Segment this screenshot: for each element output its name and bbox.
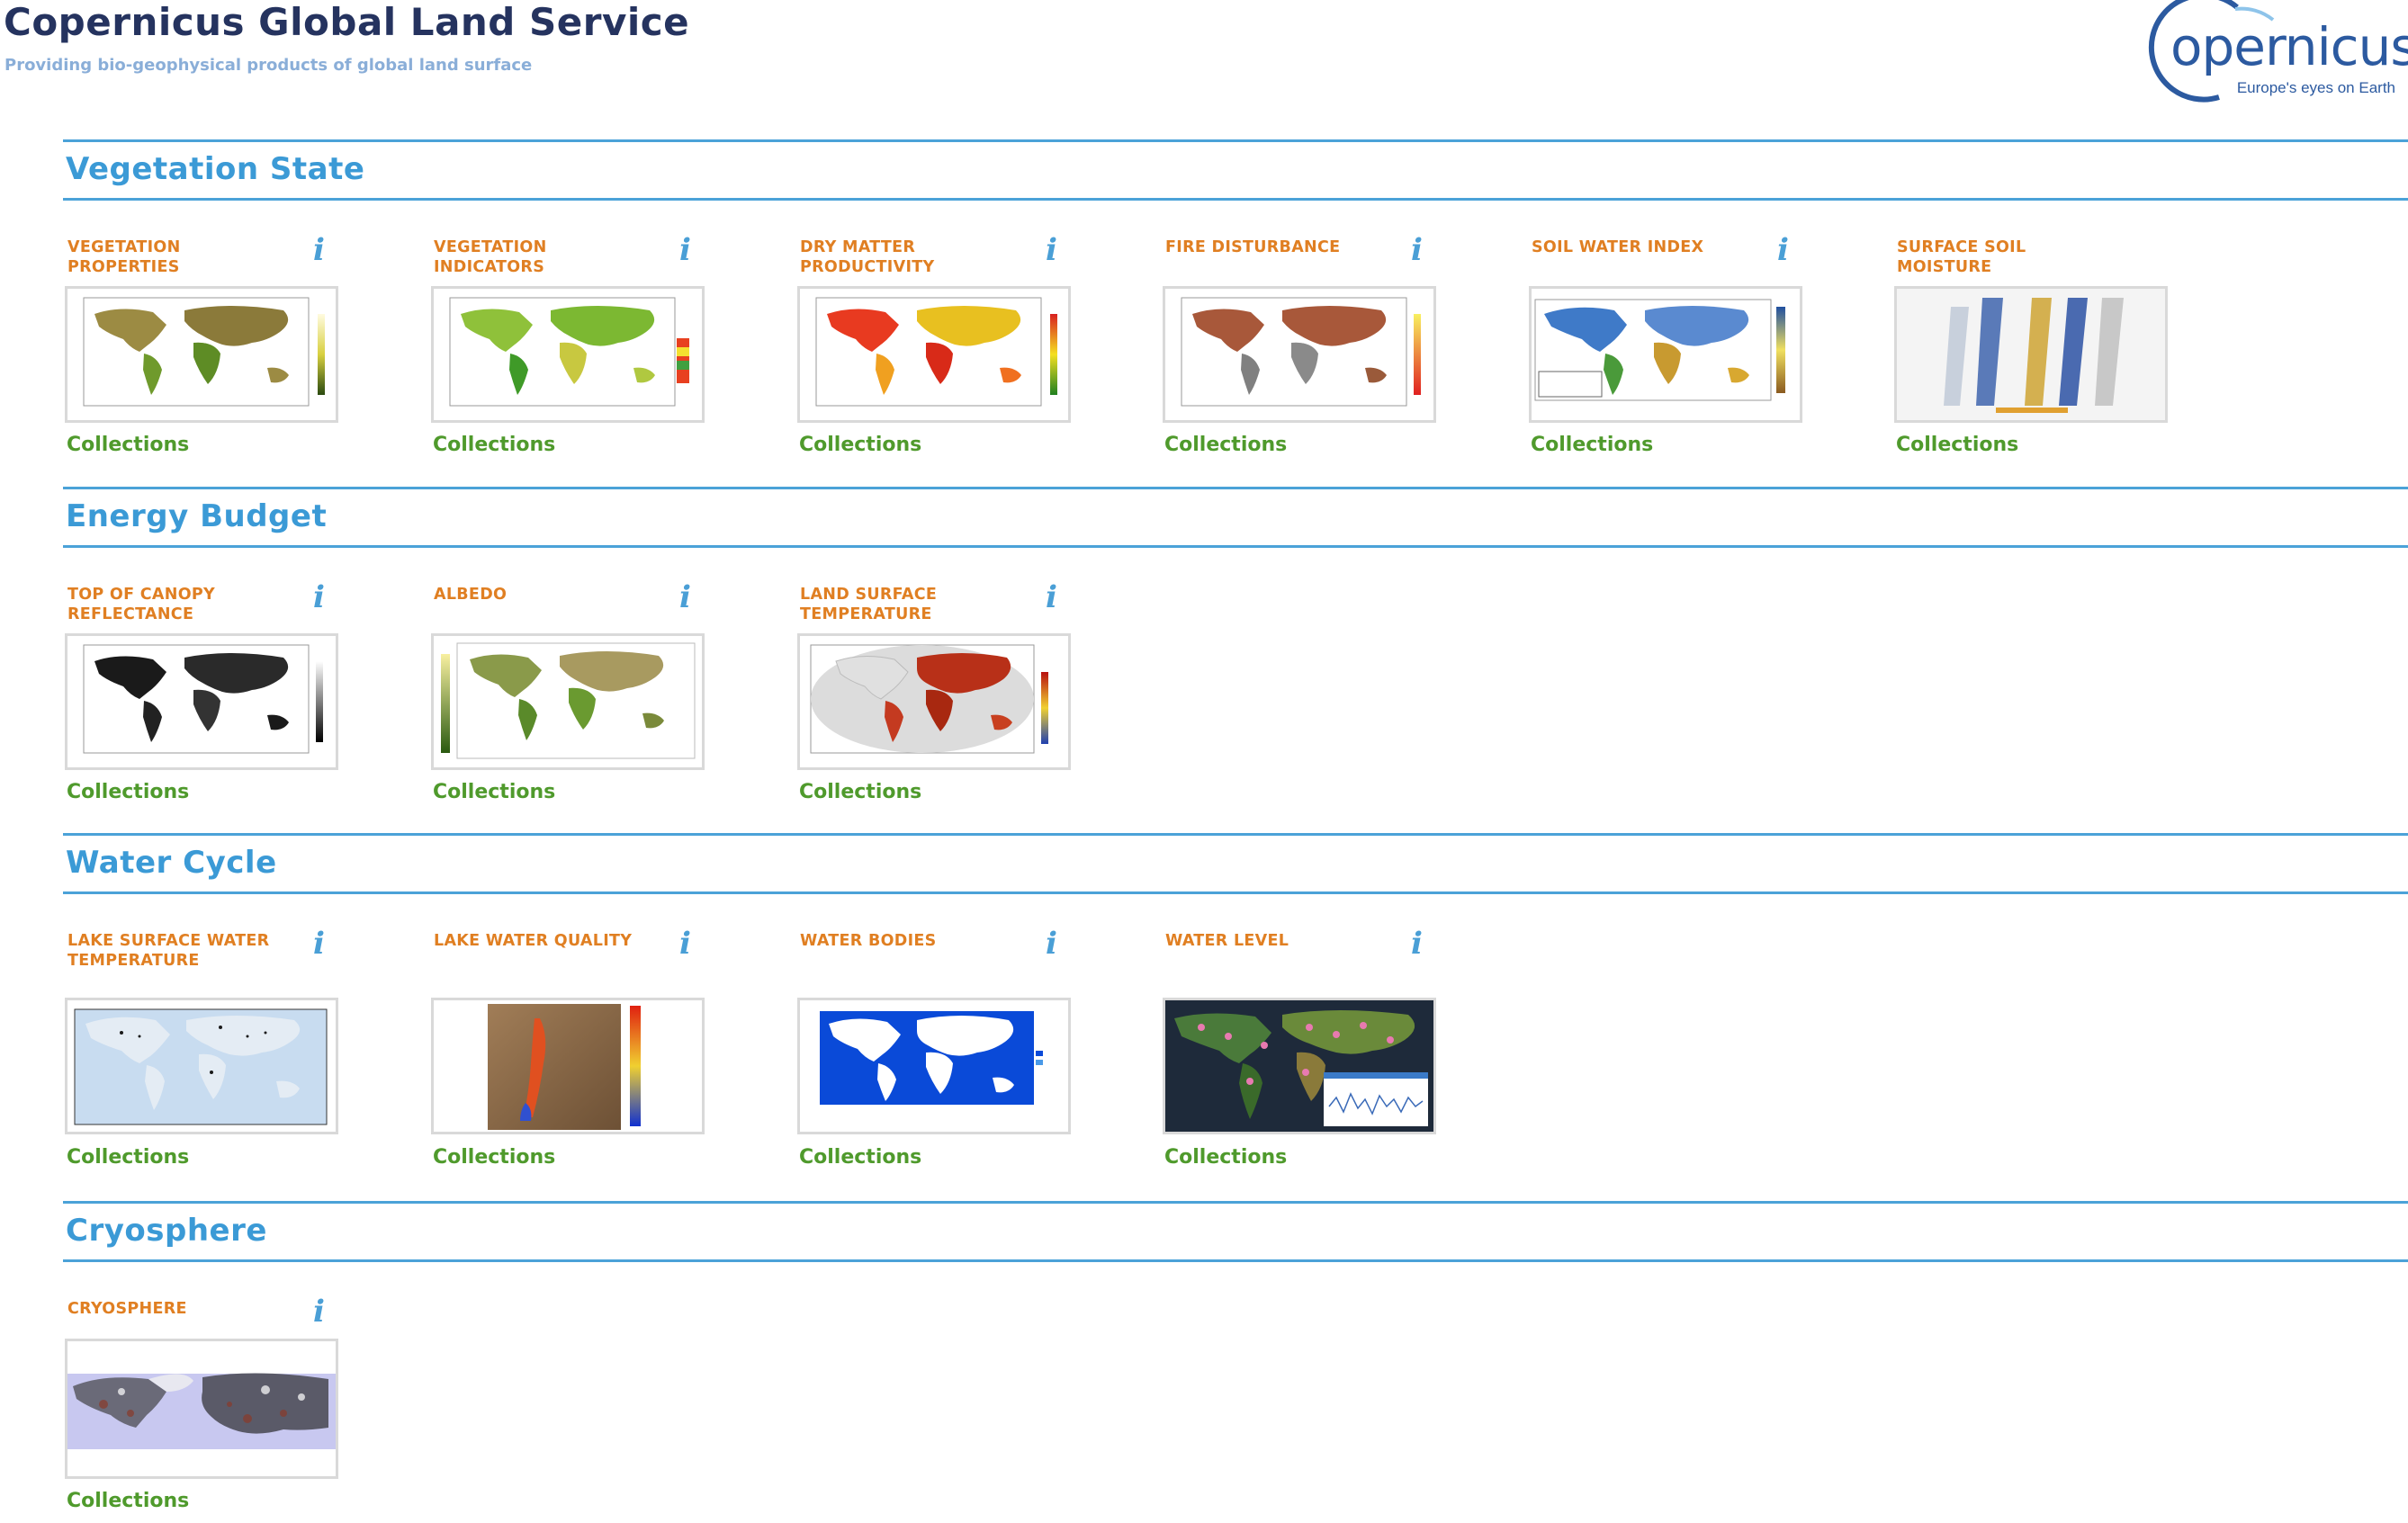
- section-title: Energy Budget: [66, 498, 328, 534]
- card-title[interactable]: VEGETATION PROPERTIES: [67, 237, 292, 277]
- product-thumbnail[interactable]: [797, 998, 1071, 1134]
- product-thumbnail[interactable]: [65, 633, 338, 770]
- product-thumbnail[interactable]: [1894, 286, 2168, 423]
- collections-link[interactable]: Collections: [799, 781, 921, 803]
- card-title[interactable]: LAKE SURFACE WATER TEMPERATURE: [67, 931, 292, 971]
- collections-link[interactable]: Collections: [433, 781, 555, 803]
- section-vegetation-state: Vegetation State: [63, 139, 2408, 201]
- product-thumbnail[interactable]: [797, 633, 1071, 770]
- section-cryosphere: Cryosphere: [63, 1201, 2408, 1262]
- copernicus-logo[interactable]: opernicus Europe's eyes on Earth: [2129, 0, 2408, 106]
- site-subtitle: Providing bio-geophysical products of gl…: [4, 56, 533, 75]
- card-title[interactable]: WATER LEVEL: [1165, 931, 1390, 951]
- world-map-thumbnail: [1534, 299, 1785, 401]
- card-title[interactable]: LAKE WATER QUALITY: [434, 931, 659, 951]
- info-icon[interactable]: i: [313, 579, 325, 615]
- card-title[interactable]: LAND SURFACE TEMPERATURE: [800, 585, 1025, 624]
- collections-link[interactable]: Collections: [67, 1146, 189, 1169]
- collections-link[interactable]: Collections: [67, 434, 189, 456]
- card-title[interactable]: SURFACE SOIL MOISTURE: [1897, 237, 2122, 277]
- world-map-thumbnail: [74, 1008, 328, 1125]
- logo-tagline: Europe's eyes on Earth: [2236, 79, 2395, 96]
- site-title: Copernicus Global Land Service: [4, 0, 690, 44]
- product-thumbnail[interactable]: [1163, 998, 1436, 1134]
- world-map-thumbnail: [441, 642, 696, 759]
- collections-link[interactable]: Collections: [799, 1146, 921, 1169]
- card-title[interactable]: WATER BODIES: [800, 931, 1025, 951]
- world-map-thumbnail: [83, 644, 323, 754]
- info-icon[interactable]: i: [313, 1294, 325, 1330]
- info-icon[interactable]: i: [313, 232, 325, 268]
- card-title[interactable]: FIRE DISTURBANCE: [1165, 237, 1390, 257]
- product-thumbnail[interactable]: [65, 1339, 338, 1479]
- product-thumbnail[interactable]: [431, 998, 705, 1134]
- info-icon[interactable]: i: [313, 926, 325, 962]
- world-map-thumbnail: [810, 644, 1048, 754]
- snow-map-thumbnail: [67, 1373, 336, 1449]
- world-map-thumbnail: [815, 297, 1057, 407]
- site-header: Copernicus Global Land Service Providing…: [0, 0, 2408, 126]
- card-title[interactable]: TOP OF CANOPY REFLECTANCE: [67, 585, 292, 624]
- collections-link[interactable]: Collections: [1164, 1146, 1287, 1169]
- logo-word: opernicus: [2170, 16, 2408, 77]
- info-icon[interactable]: i: [679, 926, 691, 962]
- info-icon[interactable]: i: [1046, 232, 1057, 268]
- info-icon[interactable]: i: [679, 579, 691, 615]
- product-thumbnail[interactable]: [431, 633, 705, 770]
- world-map-thumbnail: [449, 297, 689, 407]
- collections-link[interactable]: Collections: [1896, 434, 2018, 456]
- card-title[interactable]: SOIL WATER INDEX: [1532, 237, 1757, 257]
- card-title[interactable]: CRYOSPHERE: [67, 1299, 292, 1319]
- collections-link[interactable]: Collections: [433, 434, 555, 456]
- info-icon[interactable]: i: [1046, 579, 1057, 615]
- lake-satellite-thumbnail: [488, 1004, 641, 1130]
- section-title: Water Cycle: [66, 845, 277, 881]
- info-icon[interactable]: i: [1411, 926, 1423, 962]
- collections-link[interactable]: Collections: [1164, 434, 1287, 456]
- info-icon[interactable]: i: [1046, 926, 1057, 962]
- collections-link[interactable]: Collections: [67, 1490, 189, 1512]
- world-map-thumbnail: [820, 1011, 1043, 1105]
- product-thumbnail[interactable]: [65, 998, 338, 1134]
- info-icon[interactable]: i: [1411, 232, 1423, 268]
- collections-link[interactable]: Collections: [1531, 434, 1653, 456]
- info-icon[interactable]: i: [1777, 232, 1789, 268]
- section-energy-budget: Energy Budget: [63, 487, 2408, 548]
- world-map-thumbnail: [1181, 297, 1421, 407]
- section-title: Cryosphere: [66, 1213, 267, 1249]
- card-title[interactable]: DRY MATTER PRODUCTIVITY: [800, 237, 1025, 277]
- product-thumbnail[interactable]: [1529, 286, 1802, 423]
- product-thumbnail[interactable]: [797, 286, 1071, 423]
- world-map-thumbnail: [1165, 1000, 1433, 1132]
- swath-map-thumbnail: [1897, 289, 2165, 420]
- card-title[interactable]: VEGETATION INDICATORS: [434, 237, 659, 277]
- world-map-thumbnail: [83, 297, 325, 407]
- section-water-cycle: Water Cycle: [63, 833, 2408, 894]
- section-title: Vegetation State: [66, 151, 365, 187]
- collections-link[interactable]: Collections: [433, 1146, 555, 1169]
- product-thumbnail[interactable]: [431, 286, 705, 423]
- product-thumbnail[interactable]: [65, 286, 338, 423]
- collections-link[interactable]: Collections: [799, 434, 921, 456]
- product-thumbnail[interactable]: [1163, 286, 1436, 423]
- collections-link[interactable]: Collections: [67, 781, 189, 803]
- card-title[interactable]: ALBEDO: [434, 585, 659, 605]
- info-icon[interactable]: i: [679, 232, 691, 268]
